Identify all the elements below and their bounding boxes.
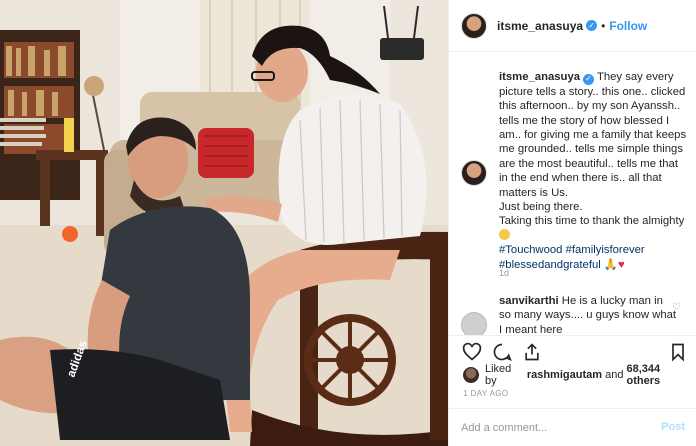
- author-avatar[interactable]: [461, 12, 487, 39]
- heart-outline-icon[interactable]: [461, 342, 483, 362]
- post-comment-button[interactable]: Post: [661, 421, 685, 433]
- liker-username[interactable]: rashmigautam: [527, 369, 602, 381]
- comment-like-heart-icon[interactable]: ♡: [672, 302, 681, 313]
- likes-and: and: [605, 369, 624, 381]
- smile-emoji-icon: [499, 228, 510, 240]
- verified-badge-icon: ✓: [586, 20, 598, 31]
- add-comment-bar: Post: [449, 408, 696, 446]
- post-sidebar: itsme_anasuya ✓ • Follow itsme_anasuya ✓ …: [448, 0, 696, 446]
- bookmark-icon[interactable]: [667, 342, 689, 362]
- commenter-username[interactable]: sanvikarthi: [499, 295, 559, 307]
- comments-area[interactable]: itsme_anasuya ✓ They say every picture te…: [449, 52, 696, 335]
- pray-emoji: 🙏: [603, 258, 618, 271]
- likes-prefix: Liked by: [485, 363, 512, 387]
- likes-count[interactable]: 68,344 others: [627, 363, 694, 387]
- action-bar: [449, 335, 696, 363]
- comment-bubble-icon[interactable]: [491, 342, 513, 362]
- likes-summary: Liked by rashmigautam and 68,344 others: [463, 363, 693, 387]
- caption-line-3: Taking this time to thank the almighty: [499, 215, 685, 228]
- post-photo[interactable]: adidas: [0, 0, 448, 446]
- verified-badge-icon: ✓: [583, 73, 595, 85]
- liker-avatar[interactable]: [463, 367, 479, 383]
- author-username[interactable]: itsme_anasuya: [497, 19, 583, 33]
- separator-dot: •: [601, 18, 606, 33]
- hashtags-line-2[interactable]: #blessedandgrateful: [499, 259, 601, 271]
- photo-illustration: adidas: [0, 0, 448, 446]
- post-header: itsme_anasuya ✓ • Follow: [449, 0, 696, 52]
- caption-text: They say every picture tells a story.. t…: [499, 71, 687, 199]
- post-time[interactable]: 1 DAY AGO: [463, 389, 509, 398]
- commenter-avatar[interactable]: [461, 312, 487, 335]
- hashtags-line-1[interactable]: #Touchwood #familyisforever: [499, 244, 645, 256]
- caption-age[interactable]: 1d: [499, 268, 509, 278]
- red-heart-emoji-icon: ♥: [617, 258, 625, 271]
- caption-author-avatar[interactable]: [461, 160, 487, 186]
- post-caption: itsme_anasuya ✓ They say every picture te…: [499, 70, 689, 272]
- comment-text-block: sanvikarthi He is a lucky man in so many…: [499, 294, 677, 335]
- follow-button[interactable]: Follow: [609, 19, 647, 33]
- add-comment-input[interactable]: [461, 419, 641, 437]
- caption-line-2: Just being there.: [499, 200, 583, 213]
- share-icon[interactable]: [521, 342, 543, 362]
- caption-username[interactable]: itsme_anasuya: [499, 71, 580, 83]
- comment-row: sanvikarthi He is a lucky man in so many…: [449, 292, 696, 335]
